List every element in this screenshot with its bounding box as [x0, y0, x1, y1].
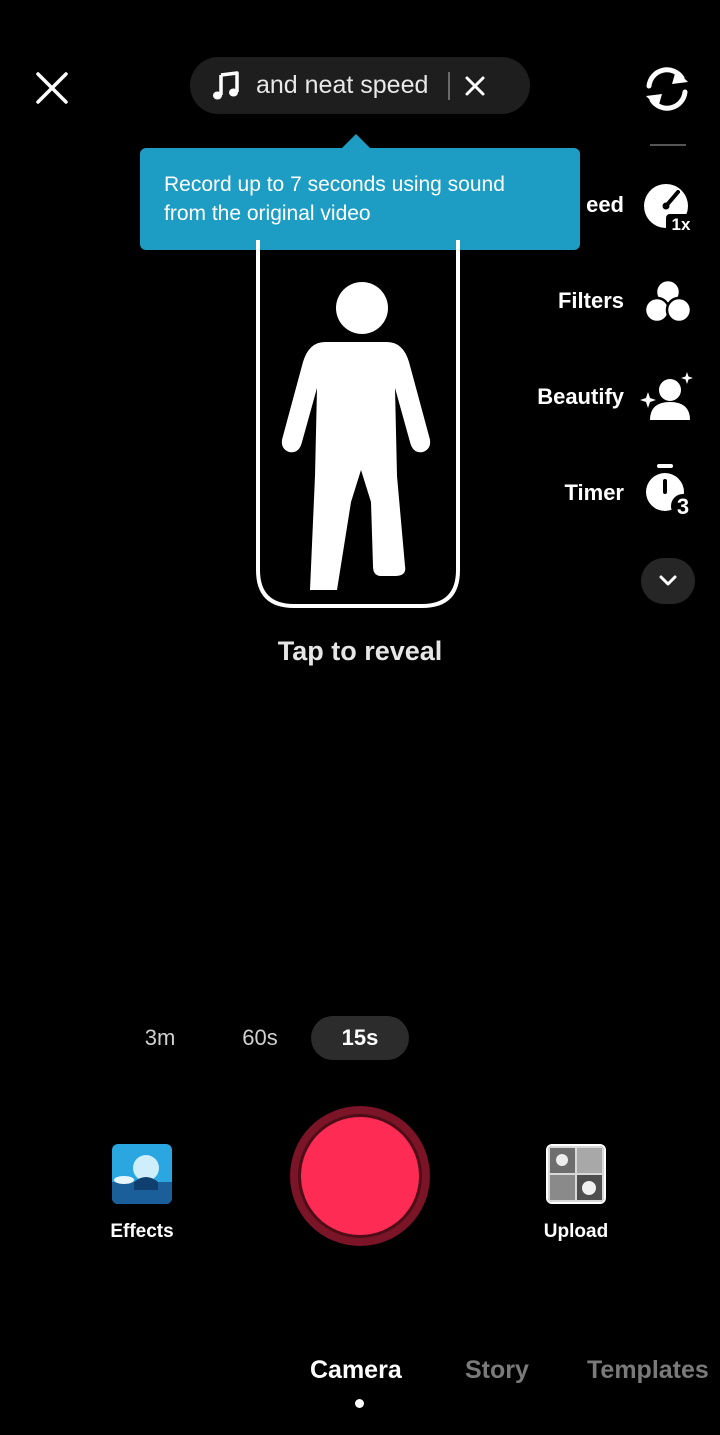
tap-to-reveal-text[interactable]: Tap to reveal — [0, 636, 720, 667]
upload-button[interactable] — [546, 1144, 606, 1204]
person-silhouette-icon — [256, 240, 460, 608]
flip-camera-icon — [646, 67, 688, 111]
timer-icon: 3 — [646, 464, 695, 519]
timer-button[interactable]: 3 — [640, 464, 696, 520]
effects-thumbnail-icon — [112, 1144, 172, 1204]
upload-label: Upload — [543, 1221, 609, 1242]
speed-label[interactable]: eed — [586, 192, 624, 218]
chevron-down-icon — [659, 575, 677, 586]
effects-button[interactable] — [112, 1144, 172, 1204]
remove-sound-icon[interactable] — [462, 73, 488, 99]
music-note-icon — [213, 70, 239, 99]
speed-badge: 1x — [672, 215, 691, 234]
timer-label[interactable]: Timer — [564, 480, 624, 506]
beautify-label[interactable]: Beautify — [537, 384, 624, 410]
flip-camera-button[interactable] — [640, 62, 694, 116]
tooltip-line-1: Record up to 7 seconds using sound — [164, 173, 505, 196]
tab-templates[interactable]: Templates — [587, 1356, 709, 1385]
duration-3m[interactable]: 3m — [120, 1016, 200, 1060]
close-icon — [36, 72, 68, 104]
sound-tooltip[interactable]: Record up to 7 seconds using sound from … — [140, 148, 580, 250]
filters-label[interactable]: Filters — [558, 288, 624, 314]
tab-story[interactable]: Story — [465, 1356, 529, 1385]
gallery-thumbnail-icon — [548, 1146, 604, 1202]
record-button[interactable] — [286, 1102, 434, 1250]
sound-divider — [448, 71, 450, 100]
record-icon — [290, 1106, 430, 1246]
timer-badge: 3 — [677, 494, 689, 519]
body-outline-guide[interactable] — [255, 240, 461, 608]
sound-selector[interactable]: and neat speed — [190, 57, 530, 114]
tab-camera[interactable]: Camera — [310, 1356, 402, 1385]
speed-button[interactable]: 1x — [640, 180, 696, 236]
beautify-button[interactable] — [640, 370, 696, 426]
duration-60s[interactable]: 60s — [220, 1016, 300, 1060]
duration-15s[interactable]: 15s — [311, 1016, 409, 1060]
filters-icon — [643, 278, 693, 324]
filters-button[interactable] — [640, 276, 696, 332]
active-tab-indicator — [355, 1399, 364, 1408]
more-tools-button[interactable] — [641, 558, 695, 604]
effects-label: Effects — [110, 1221, 174, 1242]
speed-icon: 1x — [644, 184, 696, 234]
tools-divider — [650, 144, 686, 146]
tooltip-line-2: from the original video — [164, 202, 371, 225]
sound-title: and neat speed — [256, 71, 429, 99]
close-button[interactable] — [30, 66, 74, 110]
beautify-icon — [640, 372, 693, 420]
